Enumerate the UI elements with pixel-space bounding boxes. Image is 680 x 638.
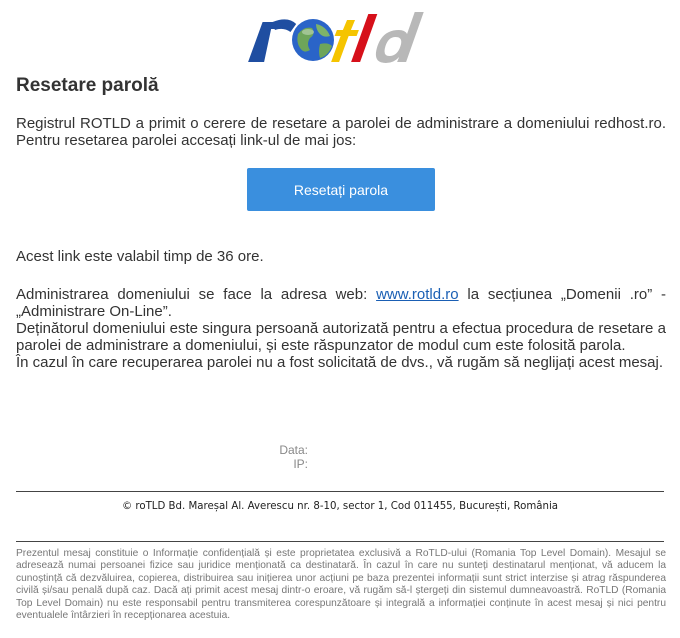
footer-address: © roTLD Bd. Mareșal Al. Averescu nr. 8-1… xyxy=(121,501,559,512)
logo-letter-l xyxy=(351,14,378,62)
validity-text: Acest link este valabil timp de 36 ore. xyxy=(16,248,264,265)
divider xyxy=(16,491,664,492)
logo-letter-d xyxy=(375,12,424,63)
rotld-link[interactable]: www.rotld.ro xyxy=(376,286,459,303)
admin-prefix: Administrarea domeniului se face la adre… xyxy=(16,286,368,303)
page-title: Resetare parolă xyxy=(16,75,159,96)
logo-globe-icon xyxy=(292,19,334,61)
owner-notice: Deținătorul domeniului este singura pers… xyxy=(16,320,666,354)
legal-disclaimer: Prezentul mesaj constituie o Informație … xyxy=(16,548,666,622)
divider xyxy=(16,541,664,542)
admin-line: Administrarea domeniului se face la adre… xyxy=(16,286,666,320)
reset-password-button[interactable]: Resetați parola xyxy=(247,168,435,211)
ignore-notice: În cazul în care recuperarea parolei nu … xyxy=(16,354,663,371)
intro-text: Registrul ROTLD a primit o cerere de res… xyxy=(16,115,666,149)
date-label: Data: xyxy=(279,443,308,457)
info-block: Administrarea domeniului se face la adre… xyxy=(16,286,666,371)
rotld-logo xyxy=(248,12,424,63)
ip-label: IP: xyxy=(293,457,308,471)
